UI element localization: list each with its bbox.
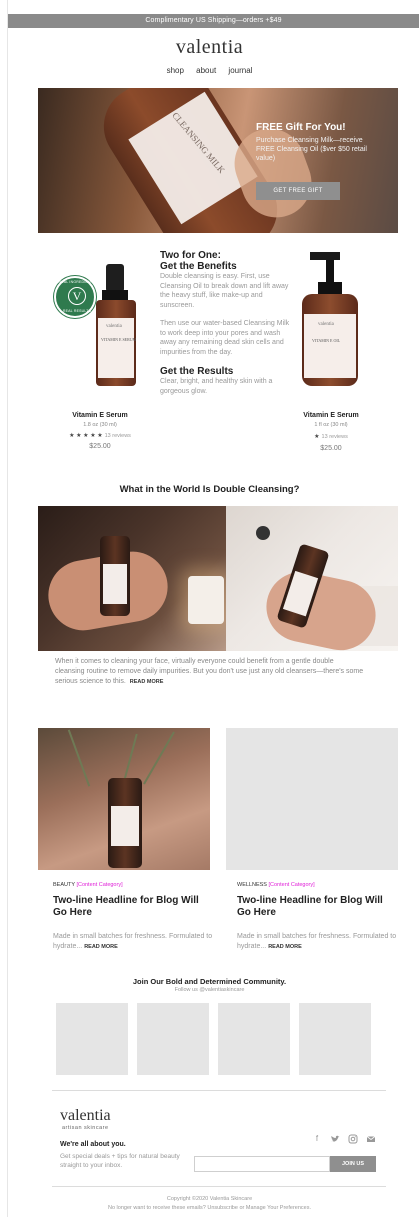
double-cleansing-body: When it comes to cleaning your face, vir… — [55, 658, 364, 685]
dropper-cap — [106, 264, 124, 292]
shipping-banner: Complimentary US Shipping—orders +$49 — [8, 14, 419, 28]
brand-logo[interactable]: valentia — [0, 36, 419, 59]
benefits-paragraph-1: Double cleansing is easy. First, use Cle… — [160, 273, 289, 309]
mail-icon[interactable] — [366, 1134, 376, 1144]
facebook-icon[interactable]: f — [312, 1134, 322, 1144]
dropper-neck — [102, 290, 128, 300]
copyright-text: Copyright ©2020 Valentia Skincare — [166, 1196, 253, 1202]
email-field[interactable] — [194, 1156, 330, 1172]
product-price: $25.00 — [320, 445, 342, 452]
real-ingredients-badge: REAL INGREDIENTS V REAL RESULTS — [54, 276, 96, 318]
bottle-image — [100, 536, 130, 616]
blog-image-2-placeholder[interactable] — [226, 728, 398, 870]
hero-title: FREE Gift For You! — [256, 122, 346, 133]
read-more-link[interactable]: READ MORE — [268, 944, 302, 950]
product-image-oil[interactable]: valentia VITAMIN E OIL — [290, 252, 370, 392]
benefits-heading-1: Two for One: — [160, 250, 221, 261]
review-count[interactable]: 13 reviews — [322, 434, 348, 440]
blog-category-2: WELLNESS [Content Category] — [237, 882, 315, 888]
blog-category-1: BEAUTY [Content Category] — [53, 882, 123, 888]
product-name[interactable]: Vitamin E Serum — [50, 412, 150, 419]
excerpt-text: Made in small batches for freshness. For… — [53, 933, 213, 950]
content-category-tag: [Content Category] — [76, 882, 123, 888]
nav-about[interactable]: about — [196, 66, 216, 75]
candle-photo — [38, 506, 226, 651]
blog-excerpt-2: Made in small batches for freshness. For… — [237, 932, 397, 952]
join-us-button[interactable]: JOIN US — [330, 1156, 376, 1172]
double-cleansing-title: What in the World Is Double Cleansing? — [119, 484, 300, 495]
hands-photo — [226, 506, 398, 651]
excerpt-text: Made in small batches for freshness. For… — [237, 933, 397, 950]
instagram-tile-3[interactable] — [218, 1003, 290, 1075]
benefits-paragraph-2: Then use our water-based Cleansing Milk … — [160, 320, 290, 356]
nav-journal[interactable]: journal — [228, 66, 252, 75]
instagram-tile-2[interactable] — [137, 1003, 209, 1075]
candle-image — [188, 576, 224, 624]
tool-image — [256, 526, 270, 540]
blog-excerpt-1: Made in small batches for freshness. For… — [53, 932, 213, 952]
category-label: BEAUTY — [53, 882, 75, 888]
blog-image-1[interactable] — [38, 728, 210, 870]
product-rating: ★ 13 reviews — [281, 433, 381, 440]
footer-heading: We're all about you. — [60, 1141, 126, 1148]
get-free-gift-button[interactable]: GET FREE GIFT — [256, 182, 340, 200]
review-count[interactable]: 13 reviews — [105, 433, 131, 439]
product-price: $25.00 — [89, 443, 111, 450]
product-rating: ★ ★ ★ ★ ★ 13 reviews — [46, 432, 154, 439]
label-brand: valentia — [106, 324, 122, 329]
product-size: 1.8 oz (30 ml) — [83, 422, 117, 428]
twig-image — [67, 729, 91, 787]
hero-subtitle: Purchase Cleansing Milk—receive FREE Cle… — [256, 137, 367, 162]
badge-letter: V — [68, 287, 86, 305]
label-brand: valentia — [318, 322, 334, 327]
rating-stars: ★ — [314, 434, 320, 440]
label-product: VITAMIN E OIL — [312, 338, 341, 343]
bottle-label — [111, 806, 139, 846]
badge-bottom-text: REAL RESULTS — [62, 309, 92, 313]
nav-shop[interactable]: shop — [167, 66, 184, 75]
email-page: Complimentary US Shipping—orders +$49 va… — [0, 0, 419, 1217]
benefits-block: Two for One: Get the Benefits Double cle… — [160, 250, 292, 396]
main-nav: shop about journal — [0, 66, 419, 75]
instagram-tile-1[interactable] — [56, 1003, 128, 1075]
read-more-link[interactable]: READ MORE — [130, 679, 164, 685]
double-cleansing-text: When it comes to cleaning your face, vir… — [55, 657, 365, 687]
blog-headline-1[interactable]: Two-line Headline for Blog Will Go Here — [53, 895, 203, 918]
community-title: Join Our Bold and Determined Community. — [132, 977, 287, 986]
instagram-tile-4[interactable] — [299, 1003, 371, 1075]
product-size: 1 fl oz (30 ml) — [314, 422, 348, 428]
product-name[interactable]: Vitamin E Serum — [281, 412, 381, 419]
content-category-tag: [Content Category] — [268, 882, 315, 888]
twitter-icon[interactable] — [330, 1134, 340, 1144]
results-heading: Get the Results — [160, 366, 234, 377]
footer-logo[interactable]: valentia — [60, 1107, 111, 1125]
footer-divider-bottom — [52, 1186, 386, 1187]
footer-tagline: artisan skincare — [62, 1125, 109, 1131]
hero-banner: CLEANSING MILK FREE Gift For You! Purcha… — [38, 88, 398, 233]
bottle-label — [103, 564, 127, 604]
instagram-icon[interactable] — [348, 1134, 358, 1144]
benefits-heading-2: Get the Benefits — [160, 261, 237, 272]
category-label: WELLNESS — [237, 882, 267, 888]
unsubscribe-text[interactable]: No longer want to receive these emails? … — [0, 1205, 419, 1211]
bottle-image — [108, 778, 142, 868]
twig-image — [143, 731, 175, 785]
label-product: VITAMIN E SERUM — [101, 337, 137, 342]
results-paragraph: Clear, bright, and healthy skin with a g… — [160, 378, 273, 395]
pump-head — [310, 252, 340, 260]
pump-collar — [318, 282, 342, 294]
blog-headline-2[interactable]: Two-line Headline for Blog Will Go Here — [237, 895, 387, 918]
footer-text: Get special deals + tips for natural bea… — [60, 1153, 180, 1169]
left-frame — [0, 0, 8, 1217]
read-more-link[interactable]: READ MORE — [84, 944, 118, 950]
pump-stem — [326, 260, 334, 284]
rating-stars: ★ ★ ★ ★ ★ — [69, 433, 103, 439]
community-handle[interactable]: Follow us @valentiaskincare — [0, 987, 419, 993]
badge-top-text: REAL INGREDIENTS — [58, 280, 96, 284]
footer-divider-top — [52, 1090, 386, 1091]
